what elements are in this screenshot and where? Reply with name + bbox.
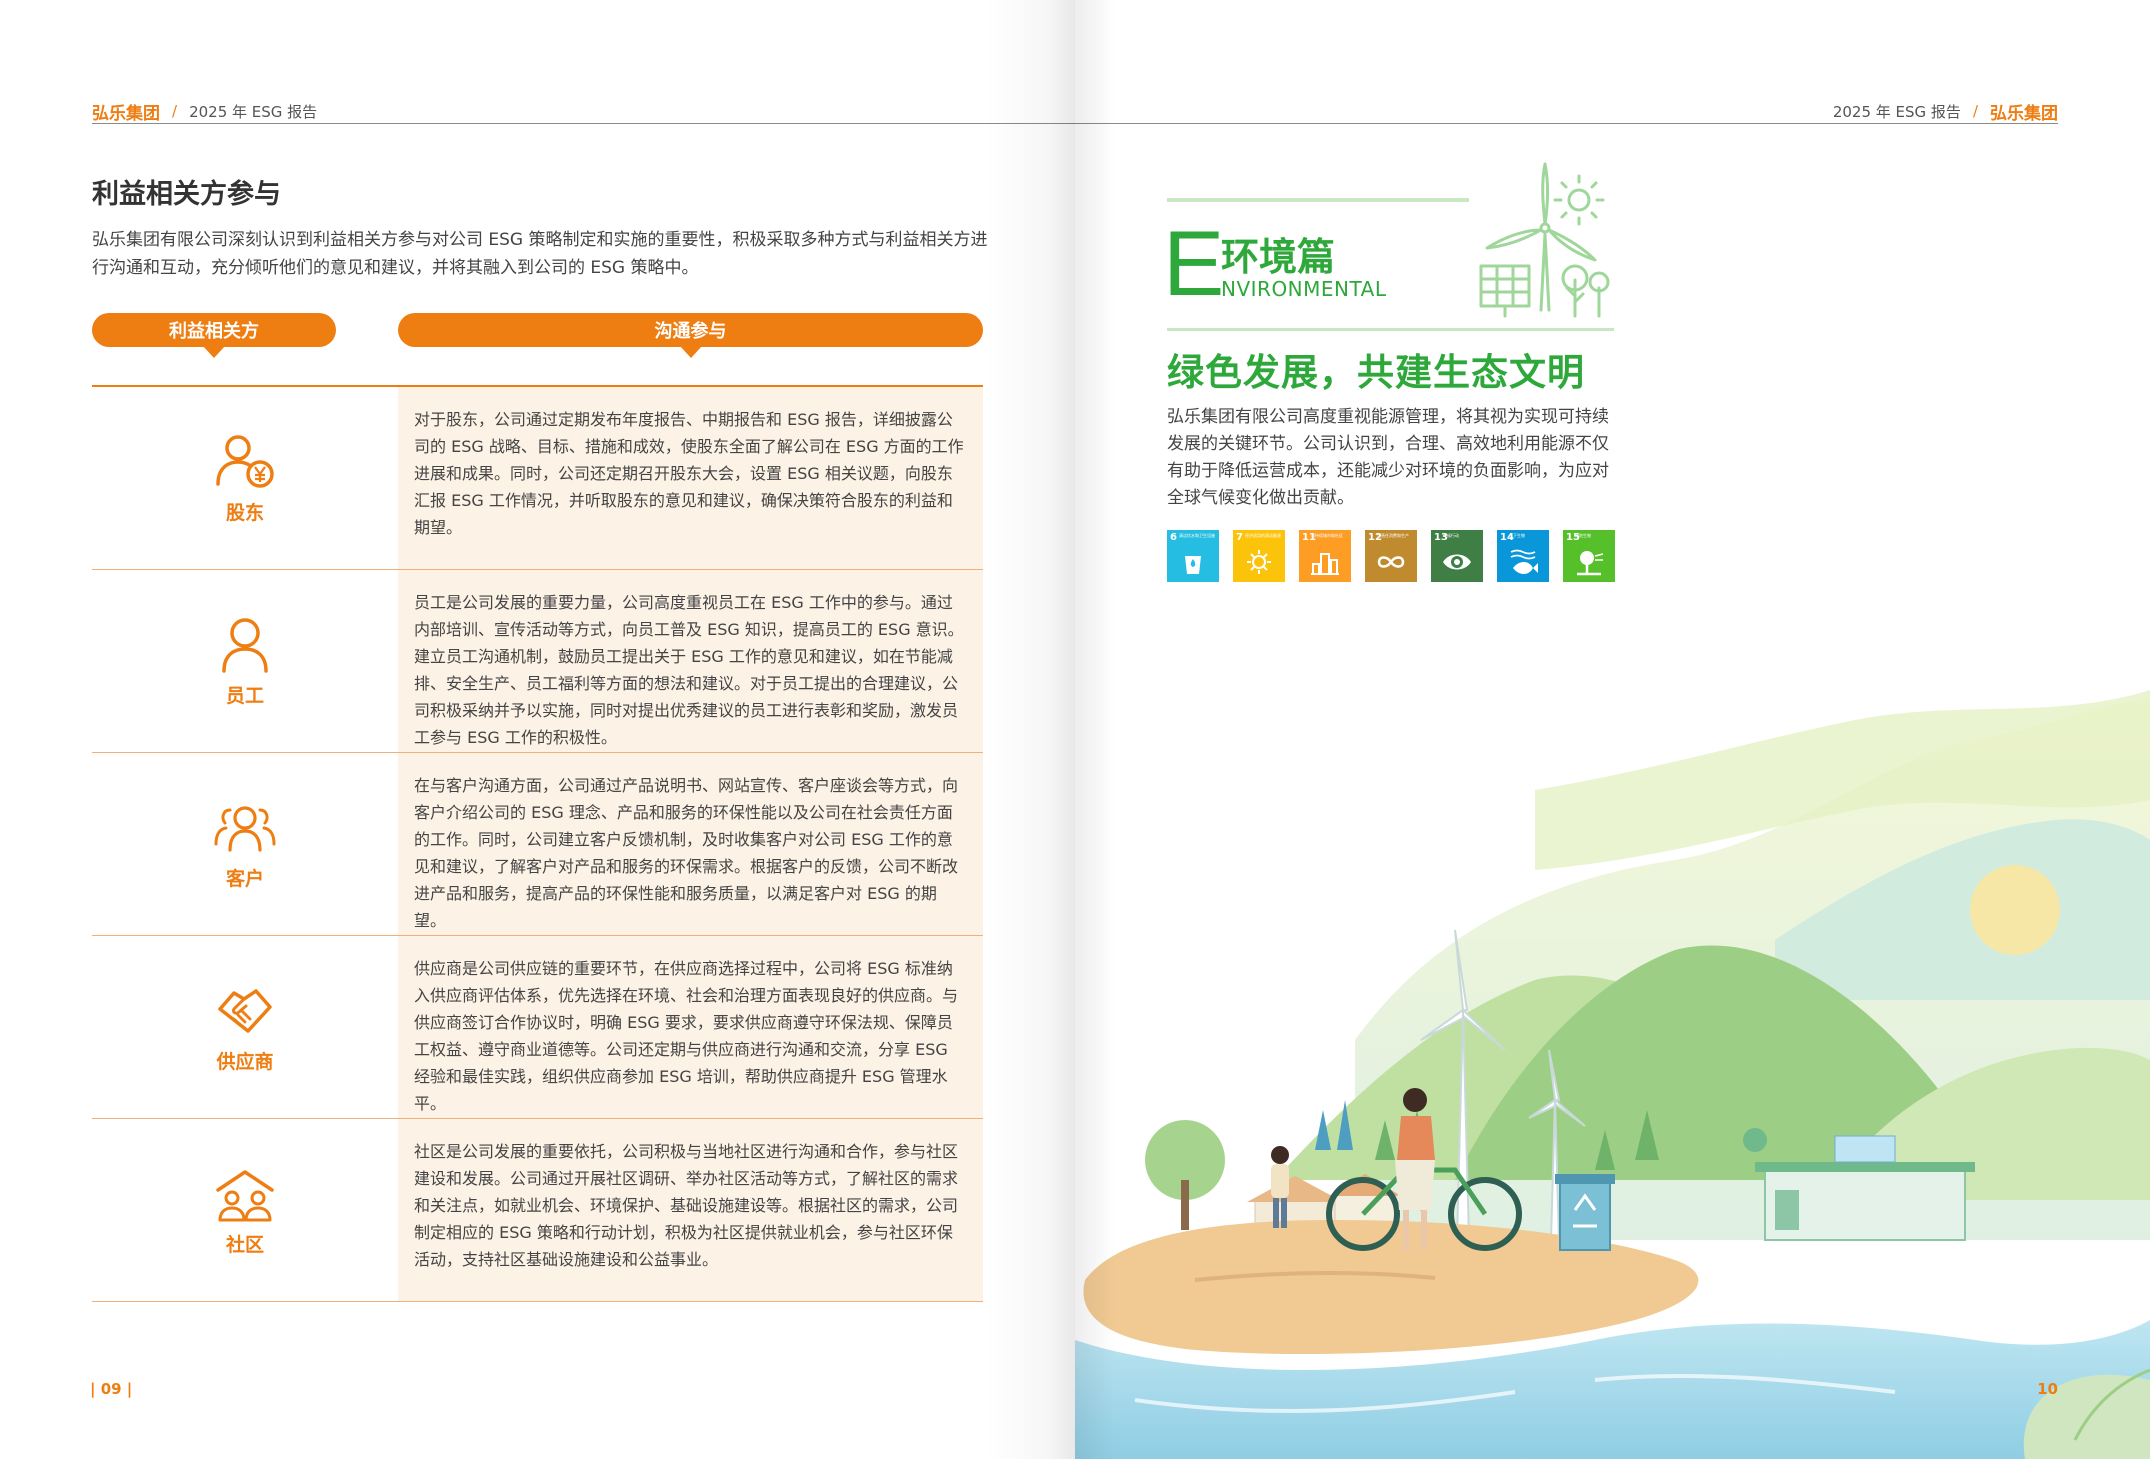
city-icon [1311, 553, 1339, 575]
stakeholder-label: 供应商 [216, 1050, 274, 1073]
header-rule [92, 123, 1075, 124]
environment-intro: 弘乐集团有限公司高度重视能源管理，将其视为实现可持续发展的关键环节。公司认识到，… [1167, 407, 1609, 508]
sdg-caption: 可持续城市和社区 [1311, 533, 1343, 538]
left-page: 弘乐集团 / 2025 年 ESG 报告 利益相关方参与 弘乐集团有限公司深刻认… [0, 0, 1075, 1459]
header-report-title: 2025 年 ESG 报告 [1832, 102, 1961, 121]
stakeholder-cell: 股东 [92, 387, 398, 569]
eye-globe-icon [1443, 554, 1471, 570]
table-row: 股东 对于股东，公司通过定期发布年度报告、中期报告和 ESG 报告，详细披露公司… [92, 387, 983, 570]
header-slash: / [1972, 102, 1978, 120]
stakeholder-cell: 社区 [92, 1119, 398, 1301]
community-icon [216, 1169, 274, 1221]
section-top-rule [1167, 198, 1469, 202]
section-rule [1167, 328, 1614, 331]
wind-solar-icon [1479, 162, 1610, 318]
page-number: | 09 | [90, 1380, 133, 1398]
sdg-caption: 清洁饮水和卫生设施 [1179, 533, 1215, 538]
right-header: 2025 年 ESG 报告 / 弘乐集团 [1833, 96, 2058, 126]
engagement-text: 对于股东，公司通过定期发布年度报告、中期报告和 ESG 报告，详细披露公司的 E… [398, 387, 983, 569]
table-row: 客户 在与客户沟通方面，公司通过产品说明书、网站宣传、客户座谈会等方式，向客户介… [92, 753, 983, 936]
sdg-14-tile: 14 水下生物 [1497, 530, 1549, 582]
intro-paragraph: 弘乐集团有限公司深刻认识到利益相关方参与对公司 ESG 策略制定和实施的重要性，… [92, 230, 988, 278]
environment-illustration [1075, 690, 2150, 1459]
gutter-shadow [1075, 0, 1115, 1459]
stakeholder-table: 股东 对于股东，公司通过定期发布年度报告、中期报告和 ESG 报告，详细披露公司… [92, 385, 983, 1302]
sdg-15-tile: 15 陆地生物 [1563, 530, 1615, 582]
employee-icon [222, 617, 268, 673]
engagement-text: 员工是公司发展的重要力量，公司高度重视员工在 ESG 工作中的参与。通过内部培训… [398, 570, 983, 752]
left-header: 弘乐集团 / 2025 年 ESG 报告 [92, 96, 317, 126]
tree-icon [1577, 551, 1604, 576]
stakeholder-label: 员工 [225, 684, 264, 707]
fish-icon [1510, 549, 1538, 574]
stakeholder-cell: 员工 [92, 570, 398, 752]
sdg-11-tile: 11 可持续城市和社区 [1299, 530, 1351, 582]
engagement-column-header: 沟通参与 [398, 313, 983, 358]
header-report-title: 2025 年 ESG 报告 [189, 102, 318, 121]
stakeholder-column-header: 利益相关方 [92, 313, 336, 358]
section-letter: E [1163, 213, 1225, 315]
sdg-13-tile: 13 气候行动 [1431, 530, 1483, 582]
header-brand: 弘乐集团 [1990, 103, 2058, 124]
page-number: 10 [2037, 1380, 2058, 1398]
stakeholder-label: 社区 [225, 1233, 264, 1256]
shareholder-icon [216, 434, 274, 488]
section-title-cn: 环境篇 [1221, 235, 1336, 279]
table-row: 供应商 供应商是公司供应链的重要环节，在供应商选择过程中，公司将 ESG 标准纳… [92, 936, 983, 1119]
sdg-number: 6 [1170, 532, 1177, 543]
header-rule [1075, 123, 2058, 124]
engagement-text: 社区是公司发展的重要依托，公司积极与当地社区进行沟通和合作，参与社区建设和发展。… [398, 1119, 983, 1301]
stakeholder-label: 股东 [225, 501, 264, 524]
engagement-text: 供应商是公司供应链的重要环节，在供应商选择过程中，公司将 ESG 标准纳入供应商… [398, 936, 983, 1118]
gutter-shadow [985, 0, 1075, 1459]
sdg-icons: 6 清洁饮水和卫生设施 7 经济适用的清洁能源 11 可持续城市和社区 12 负… [1167, 530, 1615, 582]
customer-icon [214, 805, 276, 852]
sdg-7-tile: 7 经济适用的清洁能源 [1233, 530, 1285, 582]
sdg-number: 7 [1236, 532, 1243, 543]
table-row: 社区 社区是公司发展的重要依托，公司积极与当地社区进行沟通和合作，参与社区建设和… [92, 1119, 983, 1302]
section-title-en: NVIRONMENTAL [1221, 277, 1387, 301]
sdg-caption: 陆地生物 [1575, 533, 1591, 538]
infinity-icon [1377, 556, 1405, 568]
sdg-caption: 负责任消费和生产 [1377, 533, 1409, 538]
page-title: 利益相关方参与 [92, 179, 281, 210]
header-brand: 弘乐集团 [92, 103, 160, 124]
slogan: 绿色发展，共建生态文明 [1167, 351, 1585, 394]
sdg-6-tile: 6 清洁饮水和卫生设施 [1167, 530, 1219, 582]
handshake-icon [218, 988, 272, 1033]
water-drop-icon [1185, 556, 1201, 574]
sdg-12-tile: 12 负责任消费和生产 [1365, 530, 1417, 582]
sun-icon [1247, 550, 1271, 574]
stakeholder-cell: 客户 [92, 753, 398, 935]
engagement-text: 在与客户沟通方面，公司通过产品说明书、网站宣传、客户座谈会等方式，向客户介绍公司… [398, 753, 983, 935]
header-slash: / [172, 102, 178, 120]
stakeholder-cell: 供应商 [92, 936, 398, 1118]
table-row: 员工 员工是公司发展的重要力量，公司高度重视员工在 ESG 工作中的参与。通过内… [92, 570, 983, 753]
right-page: 2025 年 ESG 报告 / 弘乐集团 E 环境篇 NVIRONMENTAL … [1075, 0, 2150, 1459]
sdg-caption: 水下生物 [1509, 533, 1525, 538]
sdg-caption: 经济适用的清洁能源 [1245, 533, 1281, 538]
sdg-caption: 气候行动 [1443, 533, 1459, 538]
stakeholder-label: 客户 [225, 867, 264, 890]
